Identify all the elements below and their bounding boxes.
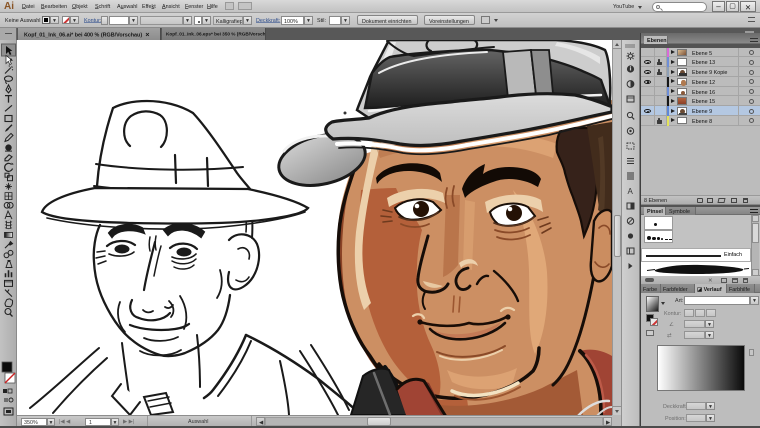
svg-text:A: A bbox=[628, 187, 634, 196]
